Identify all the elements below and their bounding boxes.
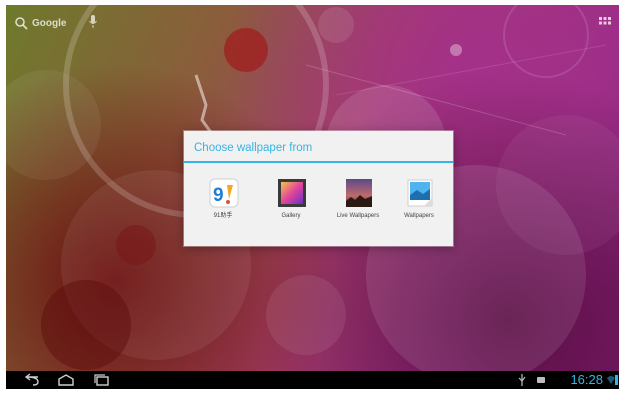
option-label: Live Wallpapers (336, 213, 380, 219)
choose-wallpaper-dialog: Choose wallpaper from 9 91助手 Gallery Liv… (184, 131, 453, 246)
mic-icon[interactable] (88, 13, 98, 31)
live-wallpapers-icon (346, 179, 372, 207)
dialog-divider (184, 161, 453, 163)
home-screen: Google Choose wallpaper from 9 91助手 Gall… (6, 5, 619, 389)
google-search-widget[interactable]: Google (14, 15, 66, 31)
system-navigation-bar: 16:28 (6, 371, 619, 389)
option-label: Wallpapers (404, 213, 434, 219)
app-91-icon: 9 (209, 178, 239, 208)
battery-icon (615, 375, 618, 385)
all-apps-icon[interactable] (599, 17, 611, 29)
back-icon[interactable] (22, 373, 42, 387)
status-clock[interactable]: 16:28 (570, 372, 603, 387)
notification-icon (537, 377, 545, 383)
option-gallery[interactable]: Gallery (262, 177, 320, 237)
search-icon (15, 17, 28, 30)
wallpaper-source-list: 9 91助手 Gallery Live Wallpapers Wallpaper… (184, 177, 453, 237)
gallery-icon (278, 179, 306, 207)
dialog-title: Choose wallpaper from (194, 142, 313, 154)
svg-text:9: 9 (213, 185, 224, 206)
wallpapers-icon (407, 179, 433, 207)
search-label: Google (32, 17, 67, 29)
option-label: Gallery (281, 213, 301, 219)
recent-apps-icon[interactable] (92, 373, 112, 387)
home-icon[interactable] (56, 373, 76, 387)
option-live-wallpapers[interactable]: Live Wallpapers (329, 177, 387, 237)
usb-icon (518, 374, 526, 386)
option-91-assistant[interactable]: 9 91助手 (194, 177, 252, 237)
option-wallpapers[interactable]: Wallpapers (390, 177, 448, 237)
option-label: 91助手 (213, 213, 233, 219)
